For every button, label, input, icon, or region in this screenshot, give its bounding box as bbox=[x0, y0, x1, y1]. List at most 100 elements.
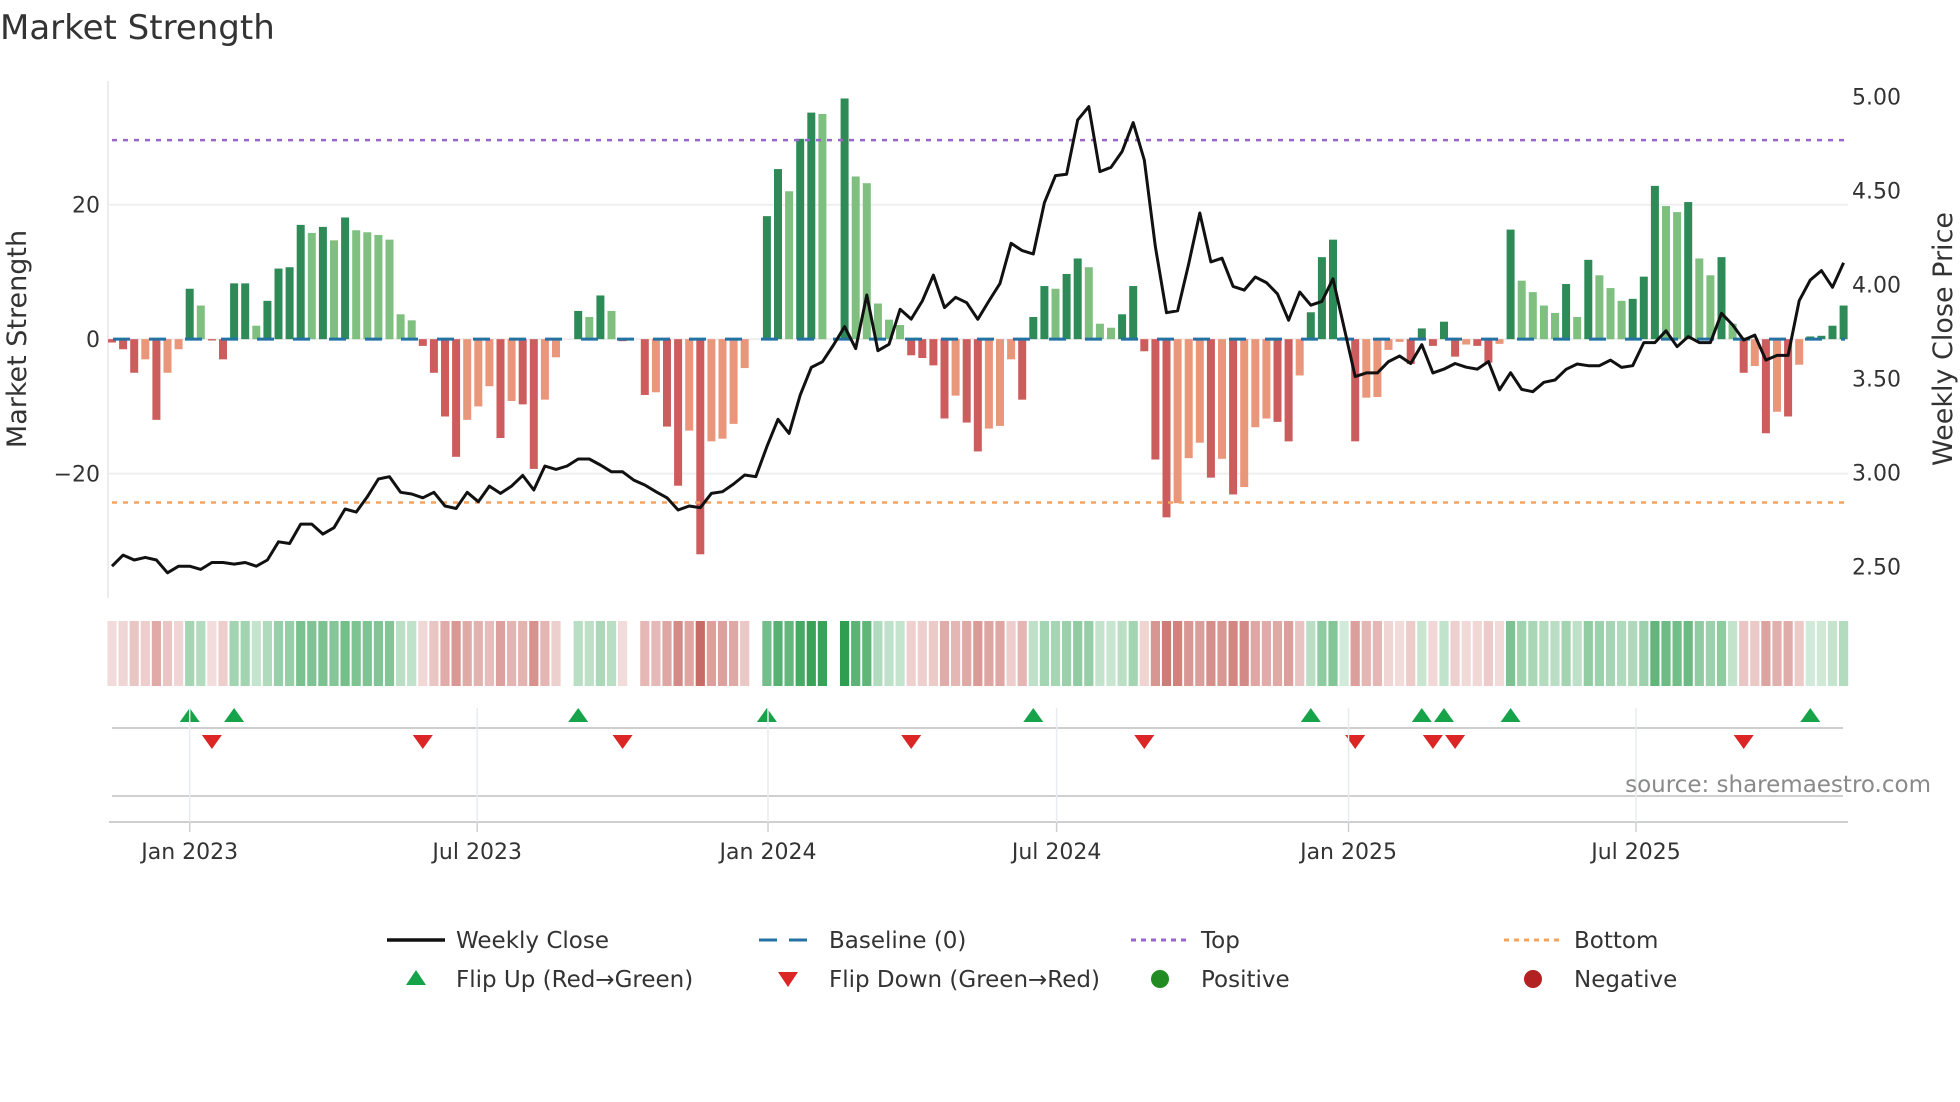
heatmap-cell bbox=[1750, 621, 1760, 686]
heatmap-cell bbox=[1617, 621, 1627, 686]
heatmap-cell bbox=[1572, 621, 1582, 686]
x-tick-label: Jan 2023 bbox=[139, 840, 238, 865]
heatmap-cell bbox=[1161, 621, 1172, 686]
positive-strength-bar bbox=[1084, 267, 1093, 340]
heatmap-cell bbox=[1084, 621, 1094, 686]
heatmap-cell bbox=[151, 621, 161, 686]
legend-item-flip-down: Flip Down (Green→Red) bbox=[778, 967, 1100, 993]
positive-strength-bar bbox=[574, 310, 583, 340]
positive-strength-bar bbox=[596, 295, 605, 340]
heatmap-cell bbox=[1206, 621, 1216, 686]
positive-strength-bar bbox=[1628, 298, 1637, 340]
negative-strength-bar bbox=[1295, 339, 1304, 376]
positive-strength-bar bbox=[1306, 312, 1315, 340]
positive-strength-bar bbox=[818, 113, 827, 340]
x-tick-label: Jul 2023 bbox=[430, 840, 522, 865]
heatmap-cell bbox=[584, 621, 594, 686]
negative-strength-bar bbox=[1484, 339, 1493, 363]
heatmap-cell bbox=[296, 621, 306, 686]
heatmap-cell bbox=[1816, 621, 1826, 686]
heatmap-cell bbox=[862, 621, 872, 686]
positive-strength-bar bbox=[1606, 288, 1615, 340]
positive-strength-bar bbox=[1562, 284, 1571, 340]
positive-strength-bar bbox=[1107, 327, 1115, 340]
positive-strength-bar bbox=[341, 217, 350, 340]
heatmap-cell bbox=[285, 621, 295, 686]
negative-strength-bar bbox=[740, 339, 749, 369]
negative-strength-bar bbox=[1262, 339, 1271, 419]
negative-strength-bar bbox=[1007, 339, 1016, 360]
heatmap-cell bbox=[1728, 621, 1738, 686]
heatmap-cell bbox=[1539, 621, 1549, 686]
market-strength-chart: Market Strength 20 0 −20 5.00 4.50 4.00 3.50 3… bbox=[0, 8, 1959, 993]
positive-strength-bar bbox=[585, 316, 594, 340]
negative-strength-bar bbox=[1395, 339, 1404, 342]
positive-strength-bar bbox=[363, 232, 372, 340]
heatmap-cell bbox=[240, 621, 250, 686]
negative-strength-bar bbox=[1229, 339, 1238, 495]
heatmap-cell bbox=[1406, 621, 1416, 686]
heatmap-cell bbox=[529, 621, 539, 686]
heatmap-cell bbox=[1461, 621, 1471, 686]
positive-strength-bar bbox=[1639, 276, 1648, 340]
heatmap-cell bbox=[362, 621, 372, 686]
negative-strength-bar bbox=[1218, 339, 1226, 459]
negative-strength-bar bbox=[1773, 339, 1781, 412]
heatmap-cell bbox=[1039, 621, 1049, 686]
negative-strength-bar bbox=[729, 339, 738, 424]
heatmap-cell bbox=[1739, 621, 1749, 686]
heatmap-cell bbox=[662, 621, 672, 686]
flip-down-marker bbox=[612, 735, 633, 749]
heatmap-cell bbox=[429, 621, 439, 686]
positive-strength-bar bbox=[196, 305, 205, 340]
negative-strength-bar bbox=[718, 339, 727, 439]
heatmap-cell bbox=[1628, 621, 1638, 686]
heatmap-cell bbox=[1694, 621, 1704, 686]
heatmap-cell bbox=[251, 621, 261, 686]
heatmap-cell bbox=[740, 621, 750, 686]
right-axis-ticks: 5.00 4.50 4.00 3.50 3.00 2.50 bbox=[1852, 85, 1901, 580]
negative-strength-bar bbox=[1351, 339, 1360, 442]
heatmap-cell bbox=[1428, 621, 1438, 686]
heatmap-cell bbox=[595, 621, 605, 686]
heatmap-cell bbox=[1517, 621, 1527, 686]
heatmap-cell bbox=[1661, 621, 1671, 686]
negative-strength-bar bbox=[996, 339, 1004, 426]
heatmap-cell bbox=[1328, 621, 1338, 686]
positive-strength-bar bbox=[374, 234, 383, 340]
legend-label: Flip Down (Green→Red) bbox=[829, 967, 1100, 993]
heatmap-cell bbox=[384, 621, 395, 686]
heatmap-cell bbox=[162, 621, 173, 686]
negative-strength-bar bbox=[1251, 339, 1260, 428]
negative-strength-bar bbox=[141, 339, 150, 360]
positive-strength-bar bbox=[1129, 286, 1138, 340]
heatmap-cell bbox=[1350, 621, 1360, 686]
negative-strength-bar bbox=[973, 339, 982, 452]
negative-strength-bar bbox=[1195, 339, 1204, 443]
negative-strength-bar bbox=[951, 339, 960, 396]
positive-strength-bar bbox=[1706, 275, 1715, 340]
heatmap-cell bbox=[1195, 621, 1205, 686]
positive-strength-bar bbox=[1684, 202, 1693, 340]
flip-up-marker bbox=[568, 708, 589, 722]
positive-strength-bar bbox=[230, 283, 239, 340]
legend-item-bottom: Bottom bbox=[1504, 928, 1658, 954]
heatmap-cell bbox=[1073, 621, 1083, 686]
heatmap-cell bbox=[118, 621, 128, 686]
heatmap-cell bbox=[540, 621, 550, 686]
positive-strength-bar bbox=[1595, 275, 1604, 340]
negative-strength-bar bbox=[674, 339, 683, 486]
heatmap-cell bbox=[1672, 621, 1682, 686]
heatmap-cell bbox=[462, 621, 472, 686]
positive-strength-bar bbox=[396, 314, 405, 340]
positive-strength-bar bbox=[1662, 206, 1670, 340]
positive-strength-bar bbox=[1073, 258, 1082, 340]
heatmap-cell bbox=[307, 621, 317, 686]
negative-strength-bar bbox=[163, 339, 172, 373]
x-tick-label: Jan 2025 bbox=[1298, 840, 1397, 865]
heatmap-cell bbox=[651, 621, 661, 686]
negative-strength-bar bbox=[685, 339, 694, 431]
heatmap-cell bbox=[673, 621, 683, 686]
heatmap-cell bbox=[1417, 621, 1427, 686]
heatmap-cell bbox=[229, 621, 239, 686]
